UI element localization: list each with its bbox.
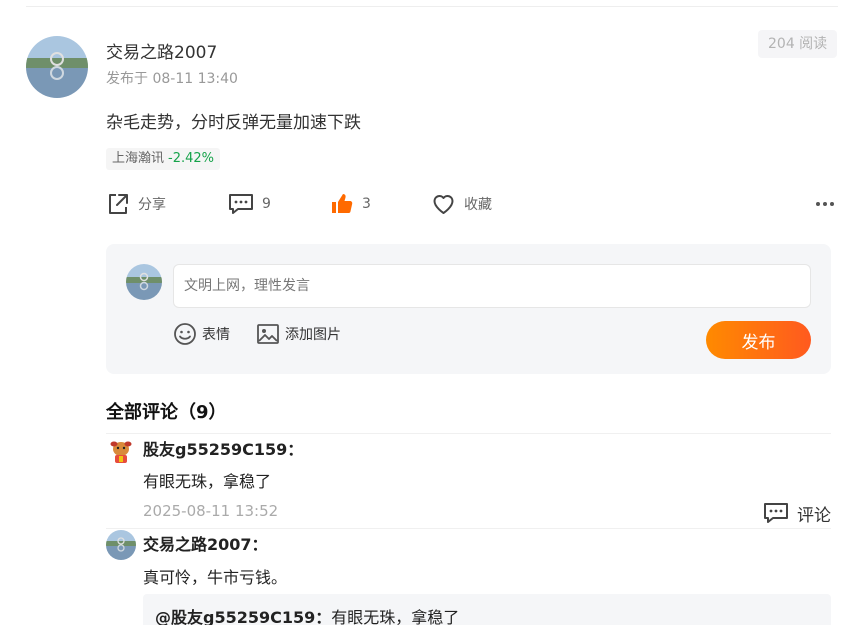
comment-author[interactable]: 股友g55259C159： (143, 436, 303, 460)
comment-divider (106, 433, 831, 434)
post-time: 发布于 08-11 13:40 (106, 71, 238, 87)
author-name[interactable]: 交易之路2007 (106, 38, 217, 63)
heart-icon (433, 195, 454, 214)
emoji-button[interactable]: 表情 (173, 322, 230, 346)
image-icon (257, 324, 279, 344)
post-detail-page: 交易之路2007 发布于 08-11 13:40 204 阅读 杂毛走势，分时反… (0, 0, 850, 625)
emoji-label: 表情 (202, 327, 230, 343)
comment-text: 有眼无珠，拿稳了 (143, 472, 272, 491)
reply-label: 评论 (797, 505, 831, 526)
more-options-button[interactable] (815, 190, 835, 218)
quoted-comment: @股友g55259C159：有眼无珠，拿稳了 (143, 594, 831, 625)
comment-input[interactable] (173, 264, 811, 308)
favorite-button[interactable]: 收藏 (431, 190, 492, 218)
quoted-author[interactable]: @股友g55259C159： (155, 608, 331, 625)
stock-change: -2.42% (168, 151, 215, 166)
share-icon (109, 194, 128, 214)
post-content: 杂毛走势，分时反弹无量加速下跌 (106, 113, 361, 133)
comment-avatar[interactable] (106, 435, 136, 465)
read-count-badge: 204 阅读 (758, 30, 838, 58)
more-dots-icon (816, 202, 834, 206)
comment-icon (764, 503, 788, 523)
stock-tag[interactable]: 上海瀚讯 -2.42% (106, 148, 221, 170)
stock-name: 上海瀚讯 (112, 151, 165, 166)
comment-avatar[interactable] (106, 530, 136, 560)
reply-button[interactable]: 评论 (763, 500, 831, 526)
like-count: 3 (362, 196, 371, 212)
comment-icon (229, 194, 253, 214)
top-divider (26, 6, 838, 7)
publish-button[interactable]: 发布 (706, 321, 811, 359)
comment-divider (106, 528, 831, 529)
comments-header: 全部评论（9） (106, 402, 227, 423)
comment-composer: 表情 添加图片 发布 (106, 244, 831, 374)
add-image-button[interactable]: 添加图片 (256, 322, 341, 346)
comment-author[interactable]: 交易之路2007： (143, 531, 268, 555)
like-button[interactable]: 3 (330, 190, 371, 218)
favorite-label: 收藏 (464, 197, 492, 213)
comment-text: 真可怜，牛市亏钱。 (143, 568, 288, 587)
share-button[interactable]: 分享 (106, 190, 166, 218)
quoted-text: 有眼无珠，拿稳了 (331, 608, 460, 625)
comment-time: 2025-08-11 13:52 (143, 502, 279, 520)
emoji-icon (174, 323, 196, 345)
add-image-label: 添加图片 (285, 327, 341, 343)
share-label: 分享 (138, 197, 166, 213)
comment-count-button[interactable]: 9 (228, 190, 271, 218)
user-avatar[interactable] (126, 264, 162, 300)
author-avatar[interactable] (26, 36, 88, 98)
thumbs-up-icon (332, 194, 353, 213)
comment-count: 9 (262, 196, 271, 212)
